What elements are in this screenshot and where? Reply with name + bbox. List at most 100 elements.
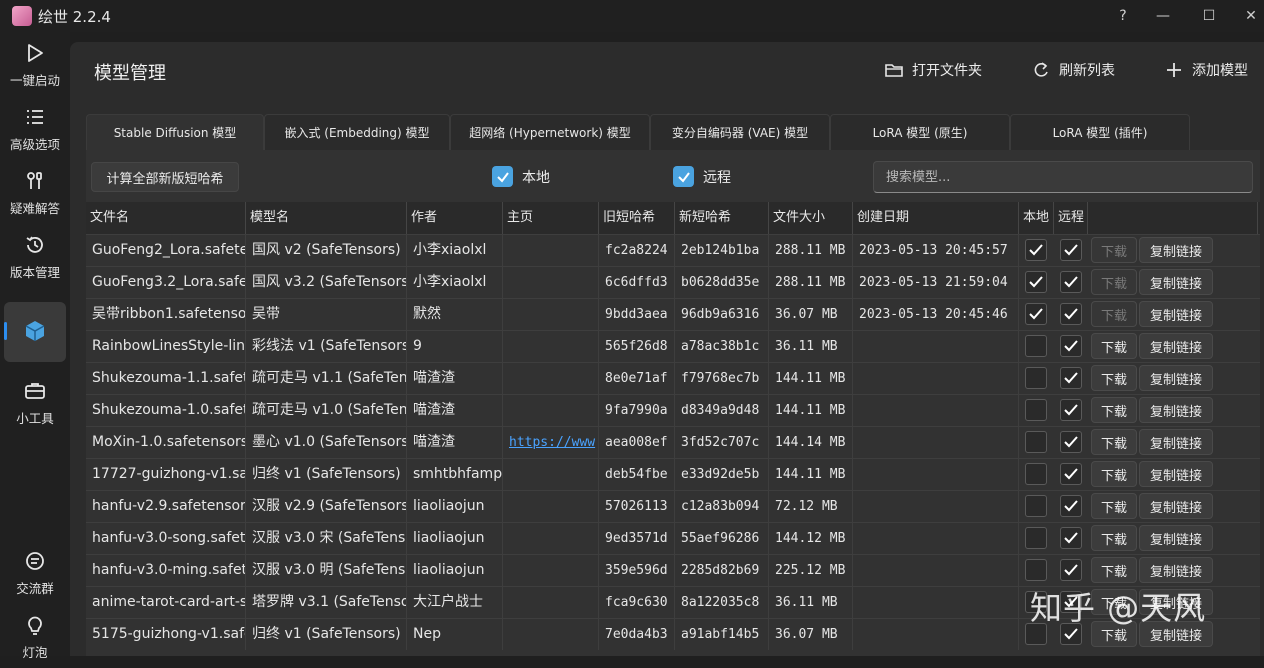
download-button[interactable]: 下载 <box>1091 237 1137 263</box>
table-row[interactable]: hanfu-v2.9.safetensors 汉服 v2.9 (SafeTenso… <box>86 490 1260 522</box>
local-checkbox[interactable] <box>1025 431 1047 453</box>
download-button[interactable]: 下载 <box>1091 301 1137 327</box>
remote-checkbox[interactable] <box>1060 335 1082 357</box>
copy-link-button[interactable]: 复制链接 <box>1139 493 1213 519</box>
column-header-author[interactable]: 作者 <box>407 202 503 234</box>
cell-filename: 5175-guizhong-v1.safetensors <box>86 619 246 650</box>
table-row[interactable]: 17727-guizhong-v1.safetensors归终 v1 (Safe… <box>86 458 1260 490</box>
table-row[interactable]: 吴带ribbon1.safetensors 吴带 默然 9bdd3aea 96db9a6… <box>86 298 1260 330</box>
copy-link-button[interactable]: 复制链接 <box>1139 333 1213 359</box>
close-button[interactable]: ✕ <box>1228 0 1264 32</box>
remote-checkbox[interactable] <box>1060 431 1082 453</box>
copy-link-button[interactable]: 复制链接 <box>1139 365 1213 391</box>
remote-checkbox[interactable] <box>1060 399 1082 421</box>
cell-new-hash: a78ac38b1c <box>675 331 769 362</box>
remote-filter-checkbox[interactable]: 远程 <box>673 166 731 187</box>
column-header-filename[interactable]: 文件名 <box>86 202 246 234</box>
column-header-new-hash[interactable]: 新短哈希 <box>675 202 769 234</box>
folder-icon <box>885 64 903 77</box>
column-header-date[interactable]: 创建日期 <box>853 202 1019 234</box>
tab-stable-diffusion[interactable]: Stable Diffusion 模型 <box>86 114 264 150</box>
sidebar-item-models[interactable] <box>0 300 70 362</box>
download-button[interactable]: 下载 <box>1091 525 1137 551</box>
calc-hash-button[interactable]: 计算全部新版短哈希 <box>91 162 239 192</box>
check-icon <box>1029 308 1043 320</box>
table-row[interactable]: Shukezouma-1.1.safetensors疏可走马 v1.1 (Saf… <box>86 362 1260 394</box>
sidebar-item-versions[interactable]: 版本管理 <box>0 226 70 288</box>
sidebar-item-tools[interactable]: 小工具 <box>0 372 70 434</box>
column-header-local[interactable]: 本地 <box>1019 202 1054 234</box>
download-button[interactable]: 下载 <box>1091 493 1137 519</box>
copy-link-button[interactable]: 复制链接 <box>1139 397 1213 423</box>
copy-link-button[interactable]: 复制链接 <box>1139 429 1213 455</box>
cell-homepage[interactable]: https://www <box>503 427 599 458</box>
copy-link-button[interactable]: 复制链接 <box>1139 557 1213 583</box>
column-header-model[interactable]: 模型名 <box>246 202 407 234</box>
local-checkbox[interactable] <box>1025 335 1047 357</box>
remote-checkbox[interactable] <box>1060 527 1082 549</box>
table-row[interactable]: hanfu-v3.0-ming.safetensors汉服 v3.0 明 (Sa… <box>86 554 1260 586</box>
download-button[interactable]: 下载 <box>1091 557 1137 583</box>
remote-checkbox[interactable] <box>1060 495 1082 517</box>
cell-homepage <box>503 363 599 394</box>
local-checkbox[interactable] <box>1025 271 1047 293</box>
table-row[interactable]: GuoFeng3.2_Lora.safetensors国风 v3.2 (Safe… <box>86 266 1260 298</box>
remote-checkbox[interactable] <box>1060 367 1082 389</box>
refresh-list-button[interactable]: 刷新列表 <box>1031 58 1115 82</box>
download-button[interactable]: 下载 <box>1091 269 1137 295</box>
cell-file-size: 144.11 MB <box>769 459 853 490</box>
minimize-button[interactable]: — <box>1140 0 1186 32</box>
local-checkbox[interactable] <box>1025 495 1047 517</box>
local-checkbox[interactable] <box>1025 367 1047 389</box>
tab-embedding[interactable]: 嵌入式 (Embedding) 模型 <box>264 114 450 150</box>
local-checkbox[interactable] <box>1025 463 1047 485</box>
column-header-homepage[interactable]: 主页 <box>503 202 599 234</box>
remote-checkbox[interactable] <box>1060 559 1082 581</box>
local-checkbox[interactable] <box>1025 303 1047 325</box>
remote-checkbox[interactable] <box>1060 239 1082 261</box>
copy-link-button[interactable]: 复制链接 <box>1139 269 1213 295</box>
local-checkbox[interactable] <box>1025 527 1047 549</box>
download-button[interactable]: 下载 <box>1091 429 1137 455</box>
copy-link-button[interactable]: 复制链接 <box>1139 461 1213 487</box>
maximize-button[interactable]: ☐ <box>1186 0 1232 32</box>
local-checkbox[interactable] <box>1025 559 1047 581</box>
local-filter-checkbox[interactable]: 本地 <box>492 166 550 187</box>
remote-checkbox[interactable] <box>1060 303 1082 325</box>
sidebar-item-launch[interactable]: 一键启动 <box>0 34 70 96</box>
download-button[interactable]: 下载 <box>1091 397 1137 423</box>
sidebar-item-bulb[interactable]: 灯泡 <box>0 606 70 668</box>
column-header-old-hash[interactable]: 旧短哈希 <box>599 202 675 234</box>
local-checkbox[interactable] <box>1025 399 1047 421</box>
copy-link-button[interactable]: 复制链接 <box>1139 301 1213 327</box>
copy-link-button[interactable]: 复制链接 <box>1139 237 1213 263</box>
sidebar-item-community[interactable]: 交流群 <box>0 542 70 604</box>
download-button[interactable]: 下载 <box>1091 365 1137 391</box>
tab-vae[interactable]: 变分自编码器 (VAE) 模型 <box>650 114 830 150</box>
tab-lora-plugin[interactable]: LoRA 模型 (插件) <box>1010 114 1190 150</box>
table-row[interactable]: RainbowLinesStyle-lineart彩线法 v1 (SafeTen… <box>86 330 1260 362</box>
sidebar-item-advanced[interactable]: 高级选项 <box>0 98 70 160</box>
column-header-size[interactable]: 文件大小 <box>769 202 853 234</box>
tab-lora-native[interactable]: LoRA 模型 (原生) <box>830 114 1010 150</box>
local-checkbox[interactable] <box>1025 239 1047 261</box>
download-button[interactable]: 下载 <box>1091 461 1137 487</box>
cell-created-date: 2023-05-13 20:45:57 <box>853 235 1019 266</box>
sidebar-item-troubleshoot[interactable]: 疑难解答 <box>0 162 70 224</box>
tab-hypernetwork[interactable]: 超网络 (Hypernetwork) 模型 <box>450 114 650 150</box>
open-folder-button[interactable]: 打开文件夹 <box>884 58 982 82</box>
table-row[interactable]: MoXin-1.0.safetensors 墨心 v1.0 (SafeTensor… <box>86 426 1260 458</box>
download-button[interactable]: 下载 <box>1091 333 1137 359</box>
remote-checkbox[interactable] <box>1060 271 1082 293</box>
search-input[interactable] <box>873 161 1253 193</box>
cell-old-hash: 359e596d <box>599 555 675 586</box>
column-header-remote[interactable]: 远程 <box>1054 202 1088 234</box>
table-row[interactable]: GuoFeng2_Lora.safetensors国风 v2 (SafeTens… <box>86 234 1260 266</box>
copy-link-button[interactable]: 复制链接 <box>1139 525 1213 551</box>
remote-checkbox[interactable] <box>1060 463 1082 485</box>
cell-file-size: 72.12 MB <box>769 491 853 522</box>
cell-old-hash: 9fa7990a <box>599 395 675 426</box>
add-model-button[interactable]: 添加模型 <box>1164 58 1248 82</box>
table-row[interactable]: hanfu-v3.0-song.safetensors汉服 v3.0 宋 (Sa… <box>86 522 1260 554</box>
table-row[interactable]: Shukezouma-1.0.safetensors疏可走马 v1.0 (Saf… <box>86 394 1260 426</box>
